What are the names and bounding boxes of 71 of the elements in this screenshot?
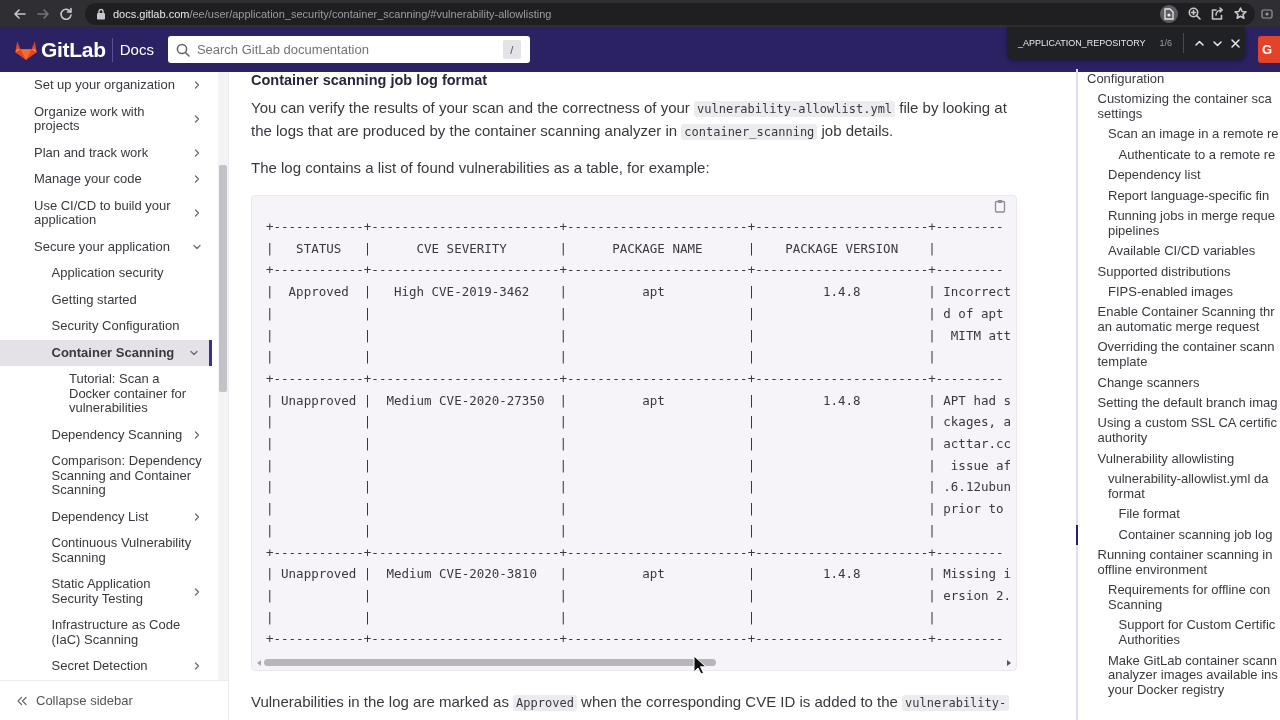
sidebar-item[interactable]: Dependency Scanning [0,421,212,448]
extension-icon[interactable] [1261,8,1273,19]
back-icon[interactable] [12,6,27,21]
toc-link[interactable]: Available CI/CD variables [1076,241,1280,262]
toc-link[interactable]: Change scanners [1076,372,1280,394]
forward-icon[interactable] [35,6,50,21]
toc-link[interactable]: Customizing the container sca settings [1076,89,1280,125]
scrollbar-thumb[interactable] [219,165,227,392]
toc-link[interactable]: Enable Container Scanning thr an automatic merge request [1076,302,1280,338]
star-icon[interactable] [1234,7,1247,20]
scrollbar-thumb[interactable] [264,659,716,666]
log-table-text: +------------+-------------------------+------------------------+-----------------------+--------- | STATUS | CVE SEVERITY | PACKAGE NAME | PACKAGE VERSION | +------------+-------------------------+------------------------+-----------------------+--------- | Approved | High CVE-2019-3462 | apt | 1.4.8 | Incorrect | | | | | d of apt | | | | | MITM att | | | | | +------------+-------------------------+------------------------+-----------------------+--------- | Unapproved | Medium CVE-2020-27350 | apt | 1.4.8 | APT had s | | | | | ckages, a | | | | | acttar.cc | | | | | issue af | | | | | .6.12ubun | | | | | prior to | | | | | +------------+-------------------------+------------------------+-----------------------+--------- | Unapproved | Medium CVE-2020-3810 | apt | 1.4.8 | Missing i | | | | | ersion 2. | | | | | +------------+-------------------------+------------------------+-----------------------+--------- [266,218,1013,649]
toc-link[interactable]: Running container scanning in offline environment [1076,545,1280,581]
toc-link[interactable]: Dependency list [1076,165,1280,186]
find-query[interactable]: _APPLICATION_REPOSITORY [1018,38,1146,48]
zoom-icon[interactable] [1188,7,1201,20]
search-icon [175,43,190,57]
sidebar-item[interactable]: Static Application Security Testing [0,571,212,612]
sidebar-item[interactable]: Set up your organization [0,72,212,99]
sidebar-item[interactable]: Getting started [0,286,212,313]
toc-link[interactable]: Requirements for offline con Scanning [1076,580,1280,616]
sidebar-item[interactable]: Secret Detection [0,653,212,680]
scroll-right-icon[interactable] [1006,658,1012,667]
toc-link[interactable]: File format [1076,504,1280,525]
sidebar-item[interactable]: Secure your application [0,233,212,260]
sidebar-item[interactable]: Application security [0,260,212,287]
match-count: 1/6 [1159,38,1173,48]
toc-link[interactable]: vulnerability-allowlist.yml da format [1076,469,1280,505]
sidebar-item[interactable]: Container Scanning [0,339,212,366]
paragraph: You can verify the results of your scan and the correctness of your vulnerability-allowlist.yml file by looking at the logs that are produced by the container scanning analyzer in container_scanning job details. [251,98,1008,142]
reload-icon[interactable] [58,6,73,21]
section-heading: Container scanning job log format [251,72,489,88]
sidebar-item[interactable]: Continuous Vulnerability Scanning [0,530,212,571]
toc-link[interactable]: FIPS-enabled images [1076,282,1280,303]
sidebar-item[interactable]: Infrastructure as Code (IaC) Scanning [0,612,212,653]
toc-link[interactable]: Overriding the container scann template [1076,337,1280,373]
toc-link[interactable]: Report language-specific fin [1076,185,1280,207]
toc-link[interactable]: Support for Custom Certific Authorities [1076,615,1280,651]
paragraph: Vulnerabilities in the log are marked as Approved when the corresponding CVE ID is added to the vulnerability- [251,691,1021,714]
sidebar-item[interactable]: Comparison: Dependency Scanning and Container Scanning [0,448,212,504]
double-chevron-left-icon [16,695,28,706]
sidebar-item[interactable]: Security Configuration [0,313,212,340]
lock-icon [96,7,106,20]
toc-link[interactable]: Container scanning job log [1076,524,1280,546]
toc-link[interactable]: Using a custom SSL CA certific authority [1076,413,1280,449]
sidebar-item[interactable]: Plan and track work [0,139,212,166]
document-icon [1164,7,1174,20]
toc-link[interactable]: Authenticate to a remote re [1076,144,1280,166]
sidebar-item[interactable]: Manage your code [0,166,212,193]
close-icon [1230,37,1242,49]
toc-link[interactable]: Setting the default branch imag [1076,393,1280,414]
header-button[interactable]: G [1258,36,1280,63]
copy-button[interactable] [992,198,1008,214]
toc-link[interactable]: Vulnerability allowlisting [1076,448,1280,470]
share-icon[interactable] [1211,7,1224,20]
page-button[interactable] [1160,4,1178,23]
sidebar-item[interactable]: Tutorial: Scan a Docker container for vulnerabilities [0,366,212,422]
toc-link[interactable]: Scan an image in a remote re [1076,124,1280,145]
logo-text: GitLab [41,37,106,62]
paragraph: The log contains a list of found vulnerabilities as a table, for example: [251,158,711,178]
sidebar-item[interactable]: Dependency List [0,503,212,530]
toc-link[interactable]: Configuration [1076,69,1280,90]
toc-link[interactable]: Supported distributions [1076,261,1280,283]
sidebar-item[interactable]: Use CI/CD to build your application [0,192,212,234]
address-bar[interactable]: docs.gitlab.com/ee/user/application_security/container_scanning/#vulnerability-allowlisting [85,2,1255,25]
sidebar-item[interactable]: Organize work with projects [0,98,212,140]
clipboard-icon [994,199,1006,213]
toc-link[interactable]: Running jobs in merge reque pipelines [1076,206,1280,242]
toc-link[interactable]: Make GitLab container scann analyzer images available ins your Docker registry [1076,650,1280,701]
section-title[interactable]: Docs [119,41,154,58]
url-text[interactable]: docs.gitlab.com/ee/user/application_security/container_scanning/#vulnerability-allowlisting [113,7,552,20]
